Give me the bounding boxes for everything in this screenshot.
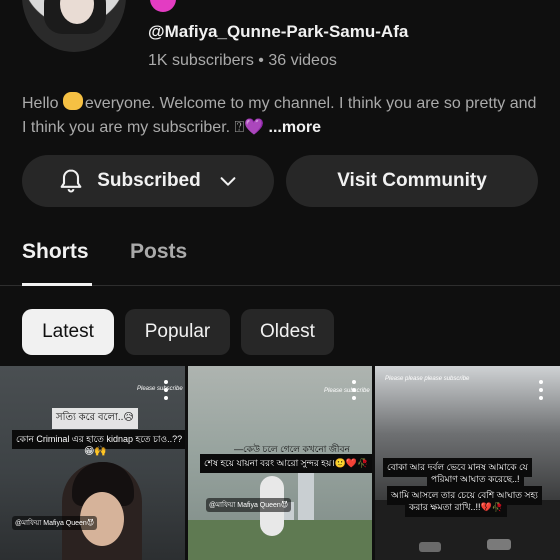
channel-description[interactable]: Hello everyone. Welcome to my channel. I… <box>22 92 542 140</box>
short-thumbnail[interactable]: Please please please subscribe বোকা আর দ… <box>375 366 560 560</box>
meta-separator: • <box>258 52 264 69</box>
person-image <box>62 462 142 560</box>
pink-badge-icon <box>150 0 176 12</box>
chevron-down-icon <box>220 177 236 186</box>
visit-community-label: Visit Community <box>337 170 487 191</box>
shorts-grid: Please subscribe সত্যি করে বলো..😥 কোন Cr… <box>0 366 560 560</box>
active-tab-indicator <box>22 283 92 286</box>
subscribed-label: Subscribed <box>97 170 201 191</box>
tab-shorts[interactable]: Shorts <box>22 240 89 264</box>
more-options-icon[interactable] <box>352 380 356 400</box>
car <box>487 539 511 550</box>
chip-oldest[interactable]: Oldest <box>241 309 334 355</box>
car <box>419 542 441 552</box>
caption-line: সত্যি করে বলো..😥 <box>52 408 138 429</box>
channel-meta: 1K subscribers • 36 videos <box>148 52 337 70</box>
channel-avatar[interactable] <box>22 0 126 52</box>
subscriber-count: 1K subscribers <box>148 52 254 69</box>
corner-text: Please subscribe <box>137 386 183 392</box>
channel-tabs: Shorts Posts <box>0 224 560 286</box>
purple-heart-icon: 💜 <box>244 119 265 136</box>
channel-tag: @মাফিয়া Mafiya Queen😈 <box>12 516 98 530</box>
description-glyph: ⍰ <box>234 119 245 136</box>
video-count: 36 videos <box>268 52 337 69</box>
short-thumbnail[interactable]: Please subscribe —কেউ চলে গেলে কখনো জীবন… <box>188 366 372 560</box>
tab-posts[interactable]: Posts <box>130 240 187 264</box>
short-thumbnail[interactable]: Please subscribe সত্যি করে বলো..😥 কোন Cr… <box>0 366 185 560</box>
channel-tag: @মাফিয়া Mafiya Queen😈 <box>206 498 292 512</box>
subscribed-button[interactable]: Subscribed <box>22 155 274 207</box>
waving-hand-icon <box>62 92 83 110</box>
visit-community-button[interactable]: Visit Community <box>286 155 538 207</box>
caption-line: 😁🙌 <box>84 446 107 457</box>
description-text-start: Hello <box>22 95 63 112</box>
more-link[interactable]: ...more <box>269 119 321 136</box>
caption-line: শেষ হয়ে যায়না বরং আরো সুন্দর হয়।🙂❤️🥀 <box>200 454 372 473</box>
caption-line: করার ক্ষমতা রাখি..!!💔🥀 <box>405 498 507 517</box>
more-options-icon[interactable] <box>539 380 543 400</box>
chip-latest[interactable]: Latest <box>22 309 114 355</box>
channel-handle: @Mafiya_Qunne-Park-Samu-Afa <box>148 22 409 41</box>
chip-popular[interactable]: Popular <box>125 309 230 355</box>
corner-text: Please subscribe <box>324 388 370 394</box>
more-options-icon[interactable] <box>164 380 168 400</box>
bell-icon <box>60 169 82 193</box>
corner-text: Please please please subscribe <box>385 376 470 382</box>
